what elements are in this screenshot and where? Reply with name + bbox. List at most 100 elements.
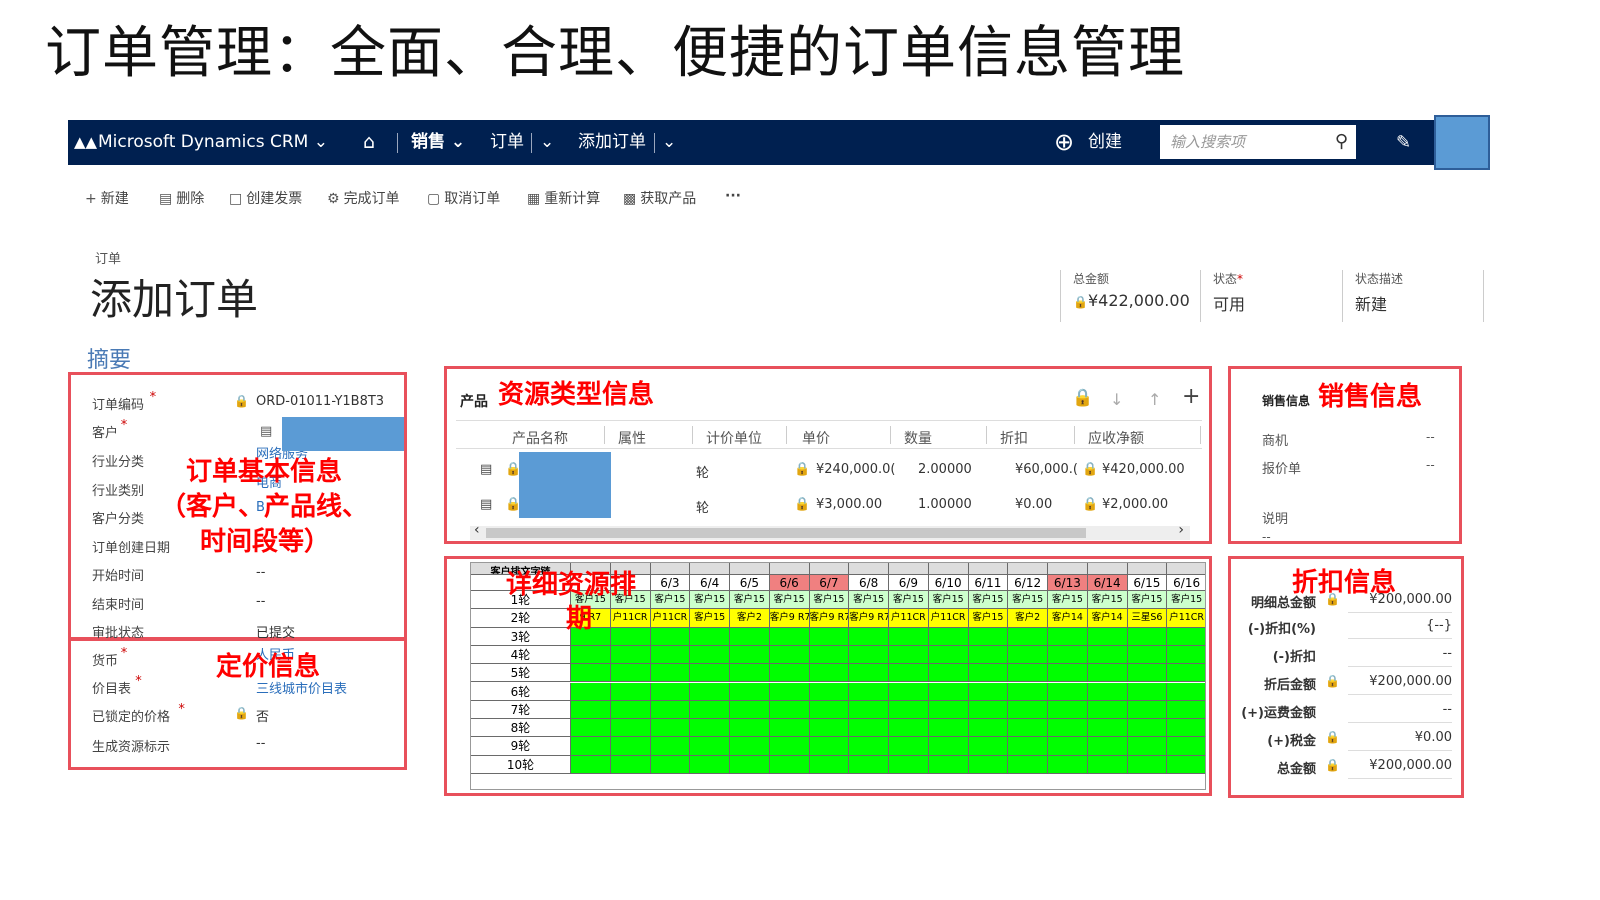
schedule-slot[interactable] — [1048, 682, 1088, 701]
schedule-slot[interactable] — [730, 719, 770, 738]
schedule-slot[interactable] — [1127, 645, 1168, 665]
schedule-slot[interactable] — [571, 700, 611, 720]
search-input[interactable]: 输入搜索项 ⚲ — [1160, 125, 1356, 159]
schedule-slot[interactable] — [690, 664, 730, 683]
schedule-slot[interactable] — [571, 719, 611, 738]
schedule-slot[interactable]: 客户9 R7 — [769, 609, 810, 628]
schedule-slot[interactable] — [809, 700, 850, 720]
schedule-slot[interactable] — [769, 737, 810, 756]
schedule-slot[interactable] — [1008, 755, 1048, 774]
field-value[interactable]: -- — [256, 736, 265, 751]
schedule-slot[interactable] — [1167, 755, 1205, 774]
schedule-slot[interactable] — [889, 664, 929, 683]
schedule-slot[interactable] — [849, 719, 889, 738]
field-value[interactable]: -- — [256, 594, 265, 609]
schedule-date-header[interactable]: 6/7 — [809, 575, 850, 591]
schedule-slot[interactable]: 客户15 — [769, 591, 810, 610]
schedule-slot[interactable]: 客户9 R7 — [849, 609, 889, 628]
schedule-slot[interactable] — [650, 755, 691, 774]
unit-value[interactable]: 轮 — [696, 462, 709, 481]
schedule-slot[interactable] — [1048, 700, 1088, 720]
schedule-slot[interactable] — [650, 700, 691, 720]
sales-field-value[interactable]: -- — [1262, 530, 1271, 544]
lookup-icon[interactable]: ▤ — [260, 424, 280, 442]
schedule-slot[interactable] — [809, 645, 850, 665]
schedule-slot[interactable] — [650, 664, 691, 683]
schedule-slot[interactable] — [1008, 719, 1048, 738]
nav-orders[interactable]: 订单 — [490, 120, 524, 165]
discount-field-value[interactable]: ¥0.00 — [1342, 730, 1452, 745]
create-button[interactable]: 创建 — [1088, 120, 1122, 165]
scroll-left-icon[interactable]: ‹ — [474, 522, 480, 538]
schedule-slot[interactable] — [968, 645, 1009, 665]
schedule-date-header[interactable]: 6/11 — [968, 575, 1009, 591]
field-value[interactable]: 已提交 — [256, 622, 295, 641]
schedule-slot[interactable]: 客户15 — [809, 591, 850, 610]
schedule-slot[interactable] — [650, 737, 691, 756]
search-icon[interactable]: ⚲ — [1335, 125, 1348, 159]
schedule-slot[interactable]: 客户15 — [928, 591, 969, 610]
schedule-slot[interactable] — [1087, 682, 1128, 701]
schedule-slot[interactable] — [928, 664, 969, 683]
schedule-slot[interactable] — [650, 719, 691, 738]
schedule-date-header[interactable]: 6/9 — [889, 575, 929, 591]
schedule-slot[interactable] — [1127, 627, 1168, 646]
schedule-slot[interactable]: 客户15 — [1167, 591, 1205, 610]
schedule-date-header[interactable]: 6/10 — [928, 575, 969, 591]
new-button[interactable]: + 新建 — [85, 188, 129, 208]
schedule-slot[interactable] — [1008, 645, 1048, 665]
schedule-slot[interactable] — [889, 682, 929, 701]
schedule-slot[interactable] — [769, 664, 810, 683]
field-value[interactable]: -- — [256, 565, 265, 580]
schedule-slot[interactable] — [1048, 645, 1088, 665]
schedule-slot[interactable] — [571, 664, 611, 683]
schedule-slot[interactable] — [1127, 755, 1168, 774]
schedule-slot[interactable]: 客户15 — [1048, 591, 1088, 610]
get-products-button[interactable]: ▩ 获取产品 — [623, 188, 696, 208]
nav-add-order[interactable]: 添加订单 — [578, 120, 646, 165]
schedule-slot[interactable] — [928, 645, 969, 665]
schedule-slot[interactable] — [690, 682, 730, 701]
schedule-slot[interactable]: 客户2 — [730, 609, 770, 628]
schedule-slot[interactable] — [849, 664, 889, 683]
product-icon[interactable]: ▤ — [480, 462, 492, 477]
schedule-slot[interactable] — [571, 737, 611, 756]
schedule-slot[interactable] — [889, 737, 929, 756]
schedule-slot[interactable] — [571, 682, 611, 701]
schedule-slot[interactable] — [1048, 664, 1088, 683]
schedule-slot[interactable] — [730, 627, 770, 646]
schedule-slot[interactable] — [809, 664, 850, 683]
schedule-slot[interactable]: 客户2 — [1008, 609, 1048, 628]
delete-button[interactable]: ▤ 删除 — [159, 188, 204, 208]
schedule-slot[interactable] — [968, 737, 1009, 756]
schedule-slot[interactable] — [1167, 664, 1205, 683]
schedule-slot[interactable] — [968, 719, 1009, 738]
schedule-slot[interactable] — [889, 755, 929, 774]
schedule-slot[interactable] — [610, 755, 651, 774]
schedule-slot[interactable] — [610, 627, 651, 646]
schedule-slot[interactable] — [610, 719, 651, 738]
plus-circle-icon[interactable]: ⊕ — [1054, 120, 1074, 165]
schedule-slot[interactable] — [1167, 645, 1205, 665]
schedule-slot[interactable] — [928, 682, 969, 701]
schedule-slot[interactable] — [690, 719, 730, 738]
schedule-slot[interactable] — [928, 755, 969, 774]
schedule-slot[interactable] — [650, 645, 691, 665]
column-header[interactable]: 应收净额 — [1088, 428, 1144, 448]
schedule-slot[interactable] — [928, 700, 969, 720]
schedule-slot[interactable] — [809, 719, 850, 738]
schedule-slot[interactable] — [690, 627, 730, 646]
schedule-slot[interactable]: 客户15 — [690, 609, 730, 628]
discount-field-value[interactable]: ¥200,000.00 — [1342, 674, 1452, 689]
schedule-slot[interactable] — [968, 627, 1009, 646]
schedule-slot[interactable] — [769, 719, 810, 738]
schedule-slot[interactable]: 客户15 — [968, 591, 1009, 610]
schedule-slot[interactable] — [849, 700, 889, 720]
schedule-slot[interactable]: 户11CR — [889, 609, 929, 628]
schedule-date-header[interactable]: 6/4 — [690, 575, 730, 591]
schedule-slot[interactable] — [889, 645, 929, 665]
schedule-slot[interactable] — [849, 627, 889, 646]
qty-value[interactable]: 2.00000 — [918, 462, 972, 477]
schedule-slot[interactable]: 户11CR — [650, 609, 691, 628]
discount-field-value[interactable]: -- — [1342, 702, 1452, 717]
